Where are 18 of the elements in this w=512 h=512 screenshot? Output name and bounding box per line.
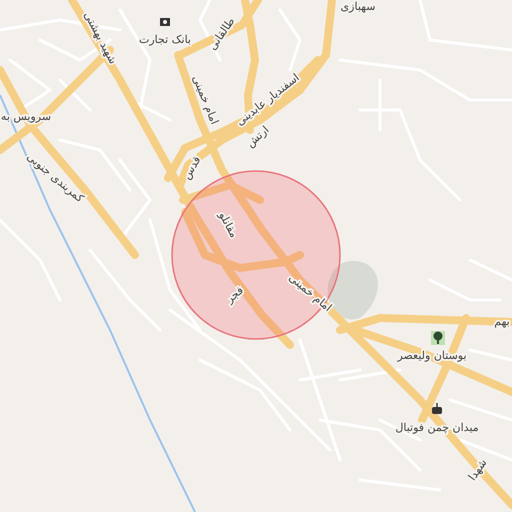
street-label: شهدا xyxy=(466,456,490,483)
street xyxy=(458,438,512,462)
street-label: قدس xyxy=(180,154,204,182)
street xyxy=(58,78,92,112)
tree-icon xyxy=(431,331,445,345)
street-label: کمربندی جنوبی xyxy=(24,150,86,206)
street-label: امام خمینی xyxy=(286,271,334,314)
street-label: شهید بهشتی xyxy=(81,9,120,66)
place-label: بانک تجارت xyxy=(139,33,191,46)
street xyxy=(278,8,302,72)
bank-icon xyxy=(160,18,170,26)
street-label: طالقانی xyxy=(206,15,238,52)
place-label: سهبازی xyxy=(340,0,376,14)
street-label: امام خمینی xyxy=(190,73,222,126)
building-icon xyxy=(432,403,442,414)
street-label: مقانلو xyxy=(216,210,241,240)
street-label: فجر xyxy=(223,284,246,306)
street-label: بهم xyxy=(494,315,510,328)
